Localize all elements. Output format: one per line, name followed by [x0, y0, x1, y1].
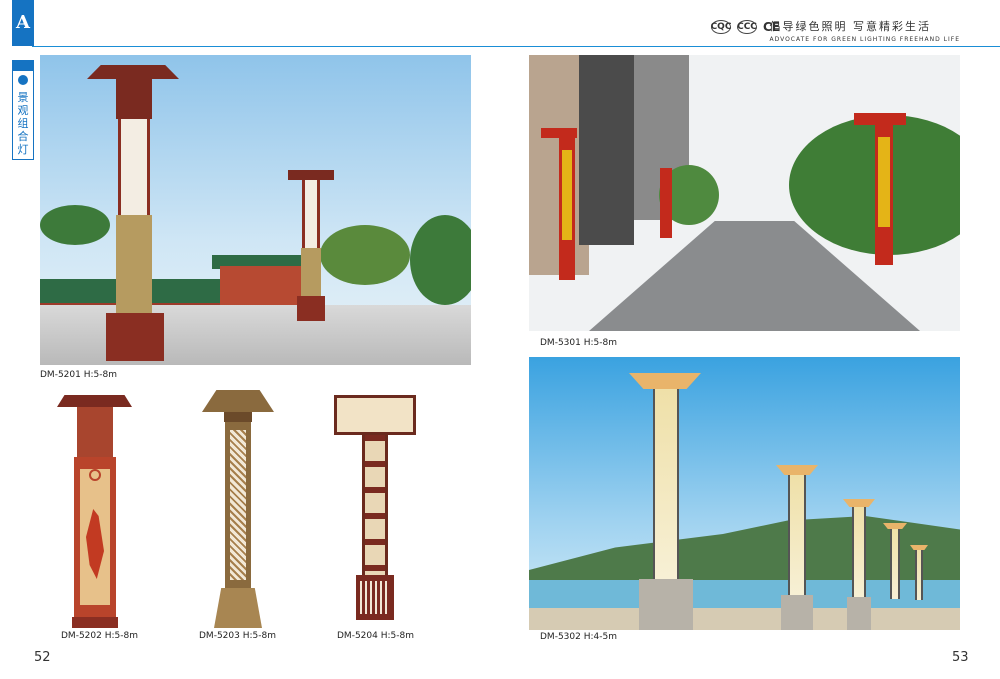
lamp-base: [639, 579, 693, 630]
lamp-panel: [80, 469, 110, 605]
pole-column-far: [660, 168, 672, 238]
lamp-roof-small: [288, 170, 334, 180]
lamp-column: [852, 507, 866, 597]
lamp-roof: [57, 395, 132, 407]
lamp-bowl: [629, 373, 701, 389]
section-tab-letter: A: [12, 0, 34, 46]
lamp-column: [788, 475, 806, 595]
lamp-column: [890, 529, 900, 599]
product-dm5203-image: [202, 390, 274, 628]
pole-head: [541, 128, 577, 138]
section-label: 景观组合灯: [17, 91, 29, 156]
page-number-left: 52: [34, 650, 51, 665]
temple-building: [220, 266, 305, 310]
lamp-base: [847, 597, 871, 630]
lantern-head: [334, 395, 416, 435]
caption-dm5202: DM-5202 H:5-8m: [61, 631, 138, 641]
product-dm5202-image: [57, 395, 132, 628]
lamp-base: [72, 617, 118, 628]
lamp-base: [356, 575, 394, 620]
lamp-lattice: [77, 407, 113, 457]
pole-banner: [562, 150, 572, 240]
calligraphy-panel: [360, 581, 390, 614]
pole-column: [559, 138, 575, 280]
lamp-base: [781, 595, 813, 630]
caption-dm5204: DM-5204 H:5-8m: [337, 631, 414, 641]
beach: [529, 608, 960, 630]
lamp-body-small: [302, 180, 320, 248]
cqc-mark-icon: CQC: [710, 20, 732, 34]
emblem-icon: [89, 469, 101, 481]
lamp-capital: [116, 79, 152, 119]
product-dm5204-image: [334, 390, 416, 628]
lamp-column: [74, 457, 116, 617]
lamp-column: [225, 422, 251, 588]
pole-column: [875, 125, 893, 265]
header-rule: [32, 46, 1000, 47]
lamp-roof: [87, 65, 179, 79]
caption-dm5301: DM-5301 H:5-8m: [540, 338, 617, 348]
caption-dm5201: DM-5201 H:5-8m: [40, 370, 117, 380]
lamp-cap: [224, 412, 252, 422]
photo-dm5301-scene: [529, 55, 960, 331]
lamp-column: [915, 550, 923, 600]
side-tab-dot-icon: [18, 75, 28, 85]
photo-dm5201-scene: [40, 55, 471, 365]
figure-pattern-icon: [86, 509, 104, 579]
slogan-english: ADVOCATE FOR GREEN LIGHTING FREEHAND LIF…: [769, 36, 960, 43]
pole-banner: [878, 137, 890, 227]
pole-head: [854, 113, 906, 125]
slogan-chinese: 倡导绿色照明 写意精彩生活: [769, 20, 931, 33]
page-number-right: 53: [952, 650, 969, 665]
tree: [40, 205, 110, 245]
section-side-tab: 景观组合灯: [12, 60, 34, 160]
brand-slogan: 倡导绿色照明 写意精彩生活 ADVOCATE FOR GREEN LIGHTIN…: [769, 18, 960, 43]
ccc-mark-icon: CCC: [737, 20, 757, 34]
lamp-column-small: [301, 248, 321, 296]
lamp-roof: [202, 390, 274, 412]
lamp-base-small: [297, 296, 325, 321]
lamp-column: [362, 435, 388, 575]
lamp-bowl: [776, 465, 818, 475]
lamp-base: [214, 588, 262, 628]
lamp-body: [118, 119, 150, 215]
caption-dm5302: DM-5302 H:4-5m: [540, 632, 617, 642]
side-tab-bar: [13, 61, 33, 71]
tree: [320, 225, 410, 285]
plaza-ground: [40, 305, 471, 365]
lamp-column: [653, 389, 679, 579]
tree: [410, 215, 471, 305]
lamp-base: [106, 313, 164, 361]
lamp-lattice: [230, 430, 246, 580]
photo-dm5302-scene: [529, 357, 960, 630]
lamp-column: [116, 215, 152, 313]
caption-dm5203: DM-5203 H:5-8m: [199, 631, 276, 641]
lamp-bowl: [843, 499, 875, 507]
building: [579, 55, 634, 245]
